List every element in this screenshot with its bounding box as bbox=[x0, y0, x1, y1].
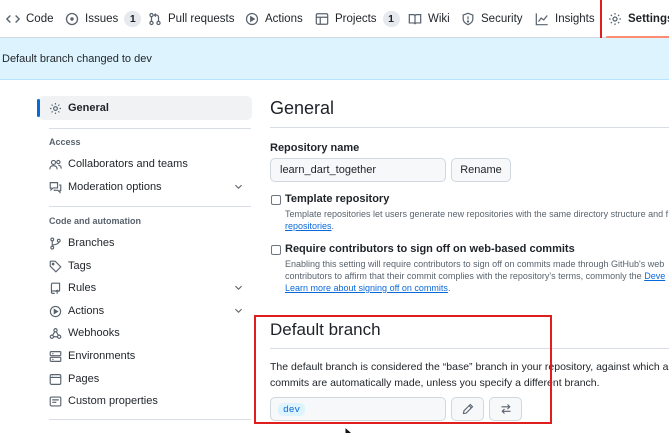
signoff-period: . bbox=[447, 283, 451, 293]
default-branch-highlight-box bbox=[254, 315, 552, 424]
tab-wiki-label: Wiki bbox=[428, 13, 450, 25]
sidebar-heading-access: Access bbox=[49, 137, 81, 147]
comment-discussion-icon bbox=[49, 181, 62, 194]
sidebar-item-custom-properties[interactable]: Custom properties bbox=[38, 389, 252, 413]
sidebar-item-label: Moderation options bbox=[68, 181, 162, 193]
tab-security[interactable]: Security bbox=[461, 0, 523, 38]
sidebar-item-label: Environments bbox=[68, 350, 136, 362]
sidebar-heading-code-automation: Code and automation bbox=[49, 216, 141, 226]
people-icon bbox=[49, 159, 62, 169]
template-repository-title: Template repository bbox=[285, 193, 390, 205]
shield-icon bbox=[462, 12, 474, 26]
tag-icon bbox=[49, 260, 62, 273]
page-title: General bbox=[270, 98, 335, 118]
sidebar-item-pages[interactable]: Pages bbox=[38, 367, 252, 391]
tab-code-label: Code bbox=[26, 13, 54, 25]
sidebar-item-label: Collaborators and teams bbox=[68, 158, 188, 170]
sidebar-item-tags[interactable]: Tags bbox=[38, 254, 252, 278]
book-icon bbox=[408, 14, 422, 25]
tab-issues[interactable]: Issues 1 bbox=[65, 0, 142, 38]
signoff-line2-text: contributors to affirm that their commit… bbox=[285, 271, 642, 281]
signoff-learn-more-line: Learn more about signing off on commits. bbox=[285, 282, 450, 294]
active-indicator bbox=[37, 99, 40, 117]
chevron-down-icon bbox=[235, 184, 242, 189]
tab-projects[interactable]: Projects 1 bbox=[315, 0, 400, 38]
sidebar-item-branches[interactable]: Branches bbox=[38, 231, 252, 255]
signoff-description-line2: contributors to affirm that their commit… bbox=[285, 270, 665, 282]
table-icon bbox=[315, 13, 329, 25]
chevron-down-icon bbox=[235, 285, 242, 290]
repository-name-input[interactable]: learn_dart_together bbox=[270, 158, 446, 182]
repo-nav: Code Issues 1 Pull requests Actions Proj… bbox=[0, 0, 669, 38]
tab-code[interactable]: Code bbox=[6, 0, 54, 38]
template-repositories-link[interactable]: repositories bbox=[285, 221, 332, 231]
flash-message: Default branch changed to dev bbox=[2, 52, 152, 65]
tab-actions[interactable]: Actions bbox=[245, 0, 303, 38]
sidebar-item-label: General bbox=[68, 102, 109, 114]
sidebar-divider bbox=[49, 128, 251, 129]
developer-certificate-link[interactable]: Deve bbox=[644, 271, 665, 281]
tab-pull-requests-label: Pull requests bbox=[168, 13, 235, 25]
signoff-title: Require contributors to sign off on web-… bbox=[285, 243, 575, 255]
mouse-cursor-icon bbox=[344, 426, 353, 433]
play-icon bbox=[245, 12, 259, 26]
tab-actions-label: Actions bbox=[265, 13, 303, 25]
note-icon bbox=[49, 395, 62, 407]
sidebar-item-rules[interactable]: Rules bbox=[38, 276, 252, 300]
template-repository-checkbox[interactable] bbox=[271, 195, 281, 205]
webhook-icon bbox=[49, 327, 62, 339]
settings-highlight-box bbox=[600, 0, 669, 40]
graph-icon bbox=[535, 13, 548, 26]
tab-issues-label: Issues bbox=[85, 13, 119, 25]
sidebar-item-general[interactable]: General bbox=[37, 96, 252, 120]
template-repository-link-line: repositories. bbox=[285, 220, 334, 232]
server-icon bbox=[49, 350, 62, 362]
repository-name-label: Repository name bbox=[270, 142, 360, 154]
tab-projects-label: Projects bbox=[335, 13, 377, 25]
projects-count-badge: 1 bbox=[382, 11, 400, 27]
sidebar-item-label: Webhooks bbox=[68, 327, 120, 339]
issue-opened-icon bbox=[65, 12, 79, 26]
repository-name-value: learn_dart_together bbox=[280, 164, 377, 176]
sidebar-item-label: Custom properties bbox=[68, 395, 158, 407]
git-branch-icon bbox=[50, 236, 61, 250]
sidebar-item-label: Tags bbox=[68, 260, 92, 272]
gear-icon bbox=[49, 102, 62, 114]
sidebar-item-environments[interactable]: Environments bbox=[38, 344, 252, 368]
code-icon bbox=[6, 15, 20, 23]
sidebar-item-collaborators[interactable]: Collaborators and teams bbox=[38, 152, 252, 176]
git-pull-request-icon bbox=[149, 12, 161, 26]
tab-security-label: Security bbox=[481, 13, 523, 25]
tab-insights-label: Insights bbox=[555, 13, 595, 25]
template-repository-description: Template repositories let users generate… bbox=[285, 209, 669, 219]
signoff-checkbox[interactable] bbox=[271, 245, 281, 255]
tab-insights[interactable]: Insights bbox=[535, 0, 595, 38]
sidebar-item-moderation[interactable]: Moderation options bbox=[38, 175, 252, 199]
sidebar-item-label: Actions bbox=[68, 305, 105, 317]
tab-pull-requests[interactable]: Pull requests bbox=[148, 0, 234, 38]
sidebar-item-webhooks[interactable]: Webhooks bbox=[38, 321, 252, 345]
rename-button[interactable]: Rename bbox=[451, 158, 511, 182]
template-period: . bbox=[331, 221, 335, 231]
repo-push-icon bbox=[50, 282, 61, 294]
sidebar-item-label: Rules bbox=[68, 282, 97, 294]
sidebar-item-label: Branches bbox=[68, 237, 115, 249]
signoff-description-line1: Enabling this setting will require contr… bbox=[285, 259, 665, 269]
sidebar-item-label: Pages bbox=[68, 373, 100, 385]
tab-wiki[interactable]: Wiki bbox=[408, 0, 450, 38]
sidebar-divider bbox=[49, 206, 251, 207]
title-divider bbox=[270, 127, 669, 128]
flash-banner: Default branch changed to dev bbox=[0, 38, 669, 80]
sidebar-item-actions[interactable]: Actions bbox=[38, 299, 252, 323]
browser-icon bbox=[49, 373, 62, 385]
learn-more-signoff-link[interactable]: Learn more about signing off on commits bbox=[285, 283, 448, 293]
issues-count-badge: 1 bbox=[124, 11, 142, 27]
sidebar-divider bbox=[49, 419, 251, 420]
play-icon bbox=[49, 305, 62, 317]
chevron-down-icon bbox=[235, 308, 242, 313]
